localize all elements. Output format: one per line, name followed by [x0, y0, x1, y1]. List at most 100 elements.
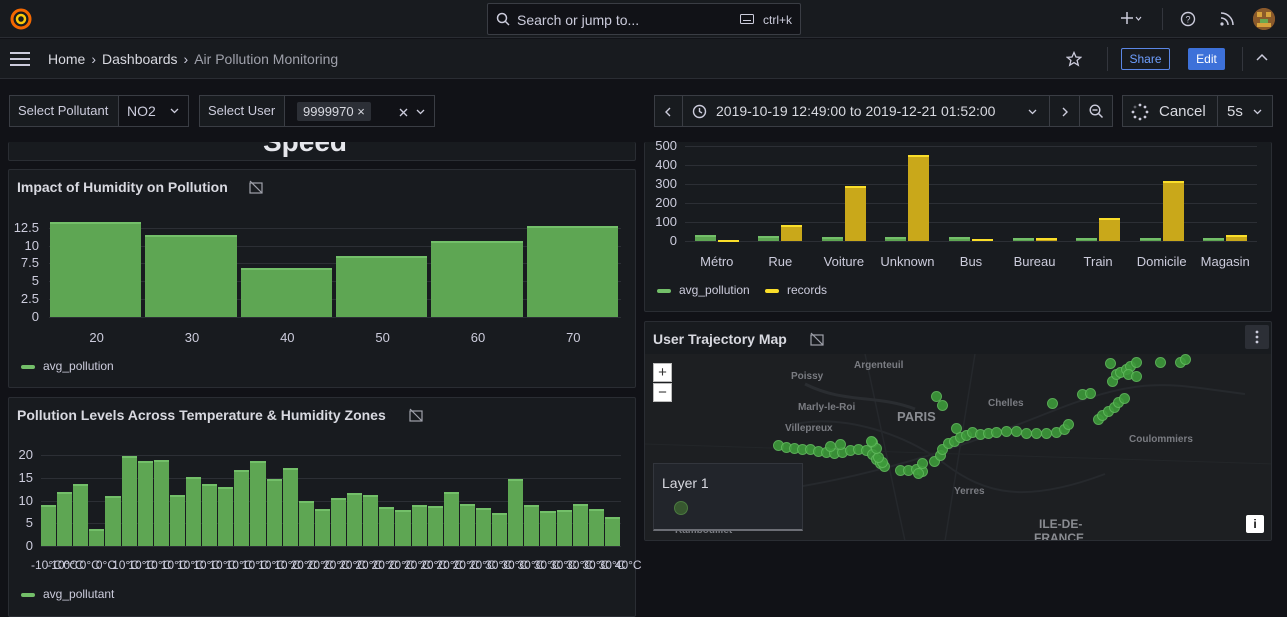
map-panel: User Trajectory Map Poissy Argenteuil Marl…	[644, 321, 1272, 541]
grafana-logo-icon[interactable]	[9, 7, 33, 31]
breadcrumb: Home › Dashboards › Air Pollution Monitoring	[48, 51, 339, 67]
clock-icon	[692, 104, 707, 119]
chevron-down-icon	[170, 108, 179, 114]
legend-label: avg_pollution	[679, 283, 750, 297]
legend-item[interactable]: records	[765, 283, 827, 297]
x-tick-label: 70	[566, 330, 581, 345]
x-tick-label: Rue	[768, 254, 793, 269]
bar	[218, 486, 234, 546]
news-feed-icon[interactable]	[1219, 11, 1235, 27]
legend-item[interactable]: avg_pollution	[21, 359, 114, 373]
breadcrumb-home[interactable]: Home	[48, 51, 85, 67]
x-tick-label: 60	[470, 330, 486, 345]
gridline	[49, 317, 621, 318]
bar	[250, 461, 266, 546]
add-new-icon[interactable]	[1120, 11, 1142, 27]
star-icon[interactable]	[1066, 51, 1082, 67]
nav-bar: Home › Dashboards › Air Pollution Monitoring…	[0, 39, 1287, 79]
zoom-in-button[interactable]: +	[653, 363, 672, 382]
trajectory-point	[866, 436, 877, 447]
attribution-info-button[interactable]: i	[1246, 515, 1264, 533]
bar-avg-pollution	[694, 234, 716, 241]
search-bar[interactable]: Search or jump to... ctrl+k	[487, 3, 801, 35]
time-override-icon[interactable]	[409, 408, 423, 422]
refresh-interval-picker[interactable]: 5s	[1217, 95, 1273, 127]
gridline	[685, 146, 1257, 147]
help-icon[interactable]: ?	[1180, 11, 1196, 27]
bar	[282, 468, 298, 546]
x-tick-label: 30	[184, 330, 200, 345]
legend-item[interactable]: avg_pollution	[657, 283, 750, 297]
time-shift-back-button[interactable]	[654, 95, 683, 127]
y-tick-label: 20	[18, 447, 33, 462]
clear-icon[interactable]	[399, 108, 408, 117]
trajectory-point	[1131, 357, 1142, 368]
y-tick-label: 200	[655, 195, 677, 210]
bar	[314, 508, 330, 546]
legend-item[interactable]: avg_pollutant	[21, 587, 114, 601]
y-tick-label: 10	[24, 237, 39, 253]
x-tick-label: Métro	[700, 254, 734, 269]
humidity-panel: Impact of Humidity on Pollution 12.5 10 7.…	[8, 169, 636, 388]
map-place-label: Coulommiers	[1129, 434, 1193, 445]
bar-records	[1162, 181, 1184, 241]
map-place-label: FRANCE	[1034, 531, 1084, 541]
bar-records	[908, 154, 930, 241]
divider	[1242, 47, 1243, 71]
bar-avg-pollution	[1012, 237, 1034, 241]
trajectory-point	[1063, 419, 1074, 430]
y-tick-label: 5	[31, 273, 39, 289]
bar	[604, 516, 620, 546]
chevron-left-icon	[665, 107, 671, 117]
bar	[336, 256, 428, 317]
zoom-out-time-button[interactable]	[1079, 95, 1113, 127]
chip-remove-icon[interactable]: ×	[357, 104, 365, 119]
share-button[interactable]: Share	[1121, 48, 1170, 70]
bar	[202, 484, 218, 546]
cancel-refresh-button[interactable]: Cancel	[1122, 95, 1218, 127]
bar-avg-pollution	[758, 235, 780, 241]
bar-avg-pollution	[1203, 238, 1225, 241]
chevron-right-icon	[1062, 107, 1068, 117]
panel-title: Pollution Levels Across Temperature & Hu…	[17, 407, 386, 423]
breadcrumb-dashboards[interactable]: Dashboards	[102, 51, 178, 67]
time-range-picker[interactable]: 2019-10-19 12:49:00 to 2019-12-21 01:52:…	[682, 95, 1050, 127]
x-tick-label: Magasin	[1200, 254, 1250, 269]
user-select[interactable]: 9999970 ×	[284, 95, 435, 127]
pollutant-select[interactable]: NO2	[118, 95, 189, 127]
panel-title: Impact of Humidity on Pollution	[17, 179, 228, 195]
map-canvas[interactable]: Poissy Argenteuil Marly-le-Roi PARIS Chelles…	[645, 354, 1271, 541]
gridline	[685, 165, 1257, 166]
bar	[234, 470, 250, 546]
collapse-chevron-icon[interactable]	[1256, 53, 1268, 61]
bar	[363, 494, 379, 546]
gridline	[685, 241, 1257, 242]
bar	[298, 500, 314, 546]
layer-marker-icon	[674, 501, 688, 515]
y-tick-label: 0	[31, 309, 39, 324]
user-avatar[interactable]	[1253, 8, 1275, 30]
bar	[169, 494, 185, 546]
bar-records	[844, 185, 866, 241]
bar	[427, 505, 443, 546]
map-place-label: Poissy	[791, 371, 824, 382]
panel-menu-button[interactable]	[1245, 325, 1269, 349]
time-shift-forward-button[interactable]	[1049, 95, 1080, 127]
bar-records	[972, 238, 993, 241]
map-place-label: ILE-DE-	[1039, 517, 1083, 531]
trajectory-point	[835, 439, 846, 450]
trajectory-point	[825, 441, 836, 452]
cut-panel-text: Speed	[263, 142, 347, 158]
time-override-icon[interactable]	[249, 180, 263, 194]
zoom-out-button[interactable]: −	[653, 383, 672, 402]
chevron-down-icon	[1253, 109, 1262, 115]
x-tick-label: 40	[280, 330, 295, 345]
edit-button[interactable]: Edit	[1188, 48, 1225, 70]
time-override-icon[interactable]	[810, 332, 824, 346]
keyboard-icon	[740, 14, 754, 24]
cancel-label: Cancel	[1159, 103, 1206, 120]
bar	[556, 509, 572, 546]
cut-panel: Speed	[8, 142, 636, 161]
x-tick-label: 50	[375, 330, 390, 345]
menu-icon[interactable]	[10, 52, 30, 66]
